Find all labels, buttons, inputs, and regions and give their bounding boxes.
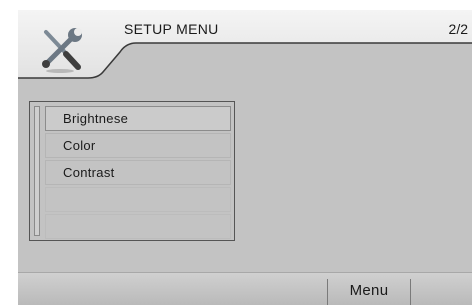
menu-item-empty [45,214,231,239]
page-title: SETUP MENU [124,21,219,37]
tools-icon [36,24,86,74]
setup-panel: SETUP MENU 2/2 Brightnese Color Contrast… [18,10,472,305]
menu-item-color[interactable]: Color [45,133,231,158]
page-indicator: 2/2 [448,21,468,37]
scrollbar[interactable] [34,106,40,236]
menu-item-contrast[interactable]: Contrast [45,160,231,185]
footer-bar: Menu [18,272,472,305]
setup-screen: SETUP MENU 2/2 Brightnese Color Contrast… [0,0,472,305]
menu-button[interactable]: Menu [328,273,410,305]
menu-item-brightness[interactable]: Brightnese [45,106,231,131]
menu-list: Brightnese Color Contrast [29,101,235,241]
menu-items: Brightnese Color Contrast [45,106,231,241]
menu-item-empty [45,187,231,212]
footer-divider [410,279,411,305]
header-band [18,10,472,95]
